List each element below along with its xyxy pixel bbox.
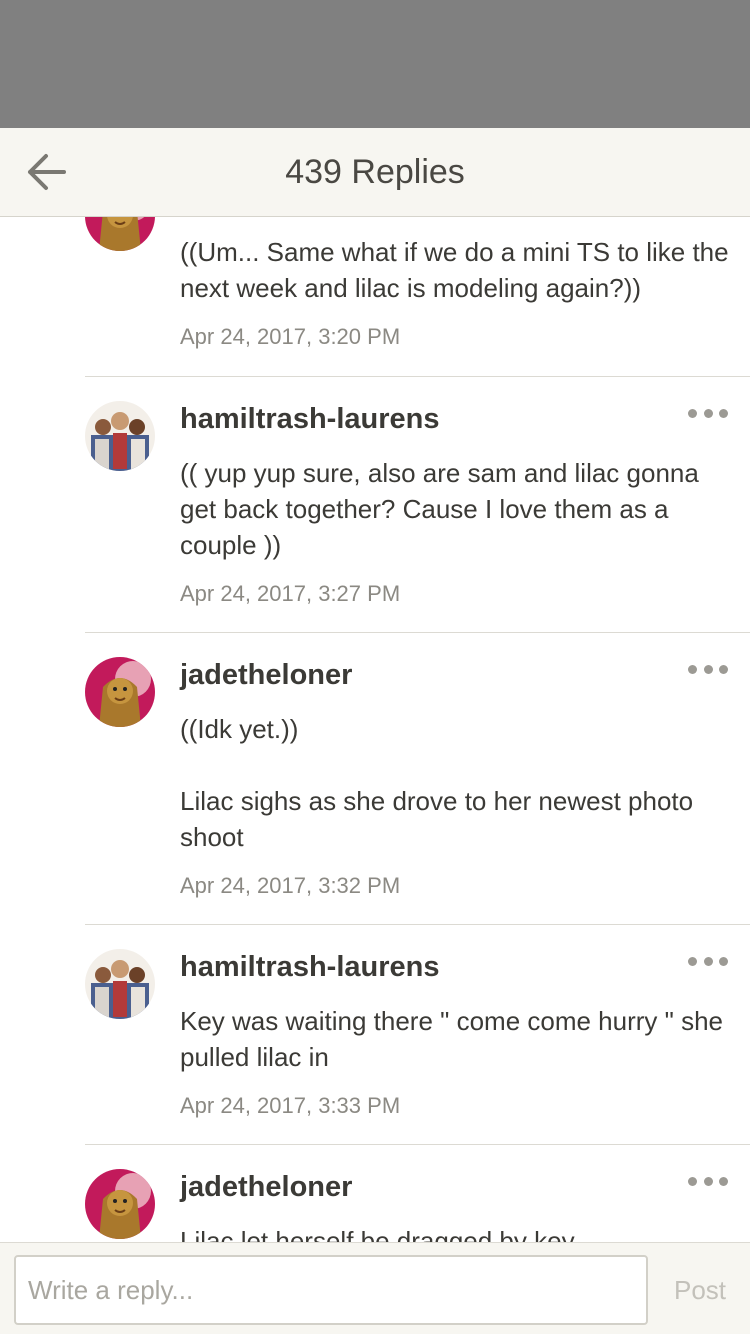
header-bar: 439 Replies [0,128,750,217]
dot-icon [688,1176,697,1186]
avatar-hamiltrash-laurens[interactable] [85,401,155,471]
comment-body: ((Um... Same what if we do a mini TS to … [180,237,736,303]
reply-bar: Post [0,1242,750,1334]
dot-icon [703,956,713,966]
dot-icon [719,408,728,418]
avatar-jadetheloner[interactable] [85,657,155,727]
dot-icon [719,1176,728,1186]
dot-icon [703,664,713,674]
dot-icon [719,956,728,966]
divider [85,924,750,925]
more-options-button[interactable] [688,954,728,968]
divider [85,632,750,633]
more-options-button[interactable] [688,1174,728,1188]
avatar-jadetheloner[interactable] [85,217,155,251]
dot-icon [688,408,697,418]
avatar-hamiltrash-laurens[interactable] [85,949,155,1019]
comment-timestamp: Apr 24, 2017, 3:20 PM [180,324,401,349]
comment-timestamp: Apr 24, 2017, 3:27 PM [180,581,401,606]
replies-feed[interactable]: jadetheloner ((Um... Same what if we do … [0,217,750,1242]
comment-author[interactable]: jadetheloner [180,1171,352,1204]
more-options-button[interactable] [688,662,728,676]
dot-icon [703,408,713,418]
comment-body: Lilac let herself be dragged by key [180,1226,575,1242]
dot-icon [688,956,697,966]
dot-icon [703,1176,713,1186]
post-button[interactable]: Post [660,1255,740,1325]
more-options-button[interactable] [688,406,728,420]
divider [85,376,750,377]
comment-body: Key was waiting there " come come hurry … [180,1006,731,1072]
comment-body: (( yup yup sure, also are sam and lilac … [180,458,707,560]
comment-timestamp: Apr 24, 2017, 3:32 PM [180,873,401,898]
reply-input[interactable] [14,1255,648,1325]
comment-author[interactable]: hamiltrash-laurens [180,403,439,436]
divider [85,1144,750,1145]
dot-icon [688,664,697,674]
comment-author[interactable]: hamiltrash-laurens [180,951,439,984]
page-title: 439 Replies [285,153,465,191]
comment-body: ((Idk yet.)) Lilac sighs as she drove to… [180,714,694,852]
avatar-jadetheloner[interactable] [85,1169,155,1239]
status-bar-area [0,0,750,128]
dot-icon [719,664,728,674]
comment-timestamp: Apr 24, 2017, 3:33 PM [180,1093,401,1118]
comment-author[interactable]: jadetheloner [180,659,352,692]
